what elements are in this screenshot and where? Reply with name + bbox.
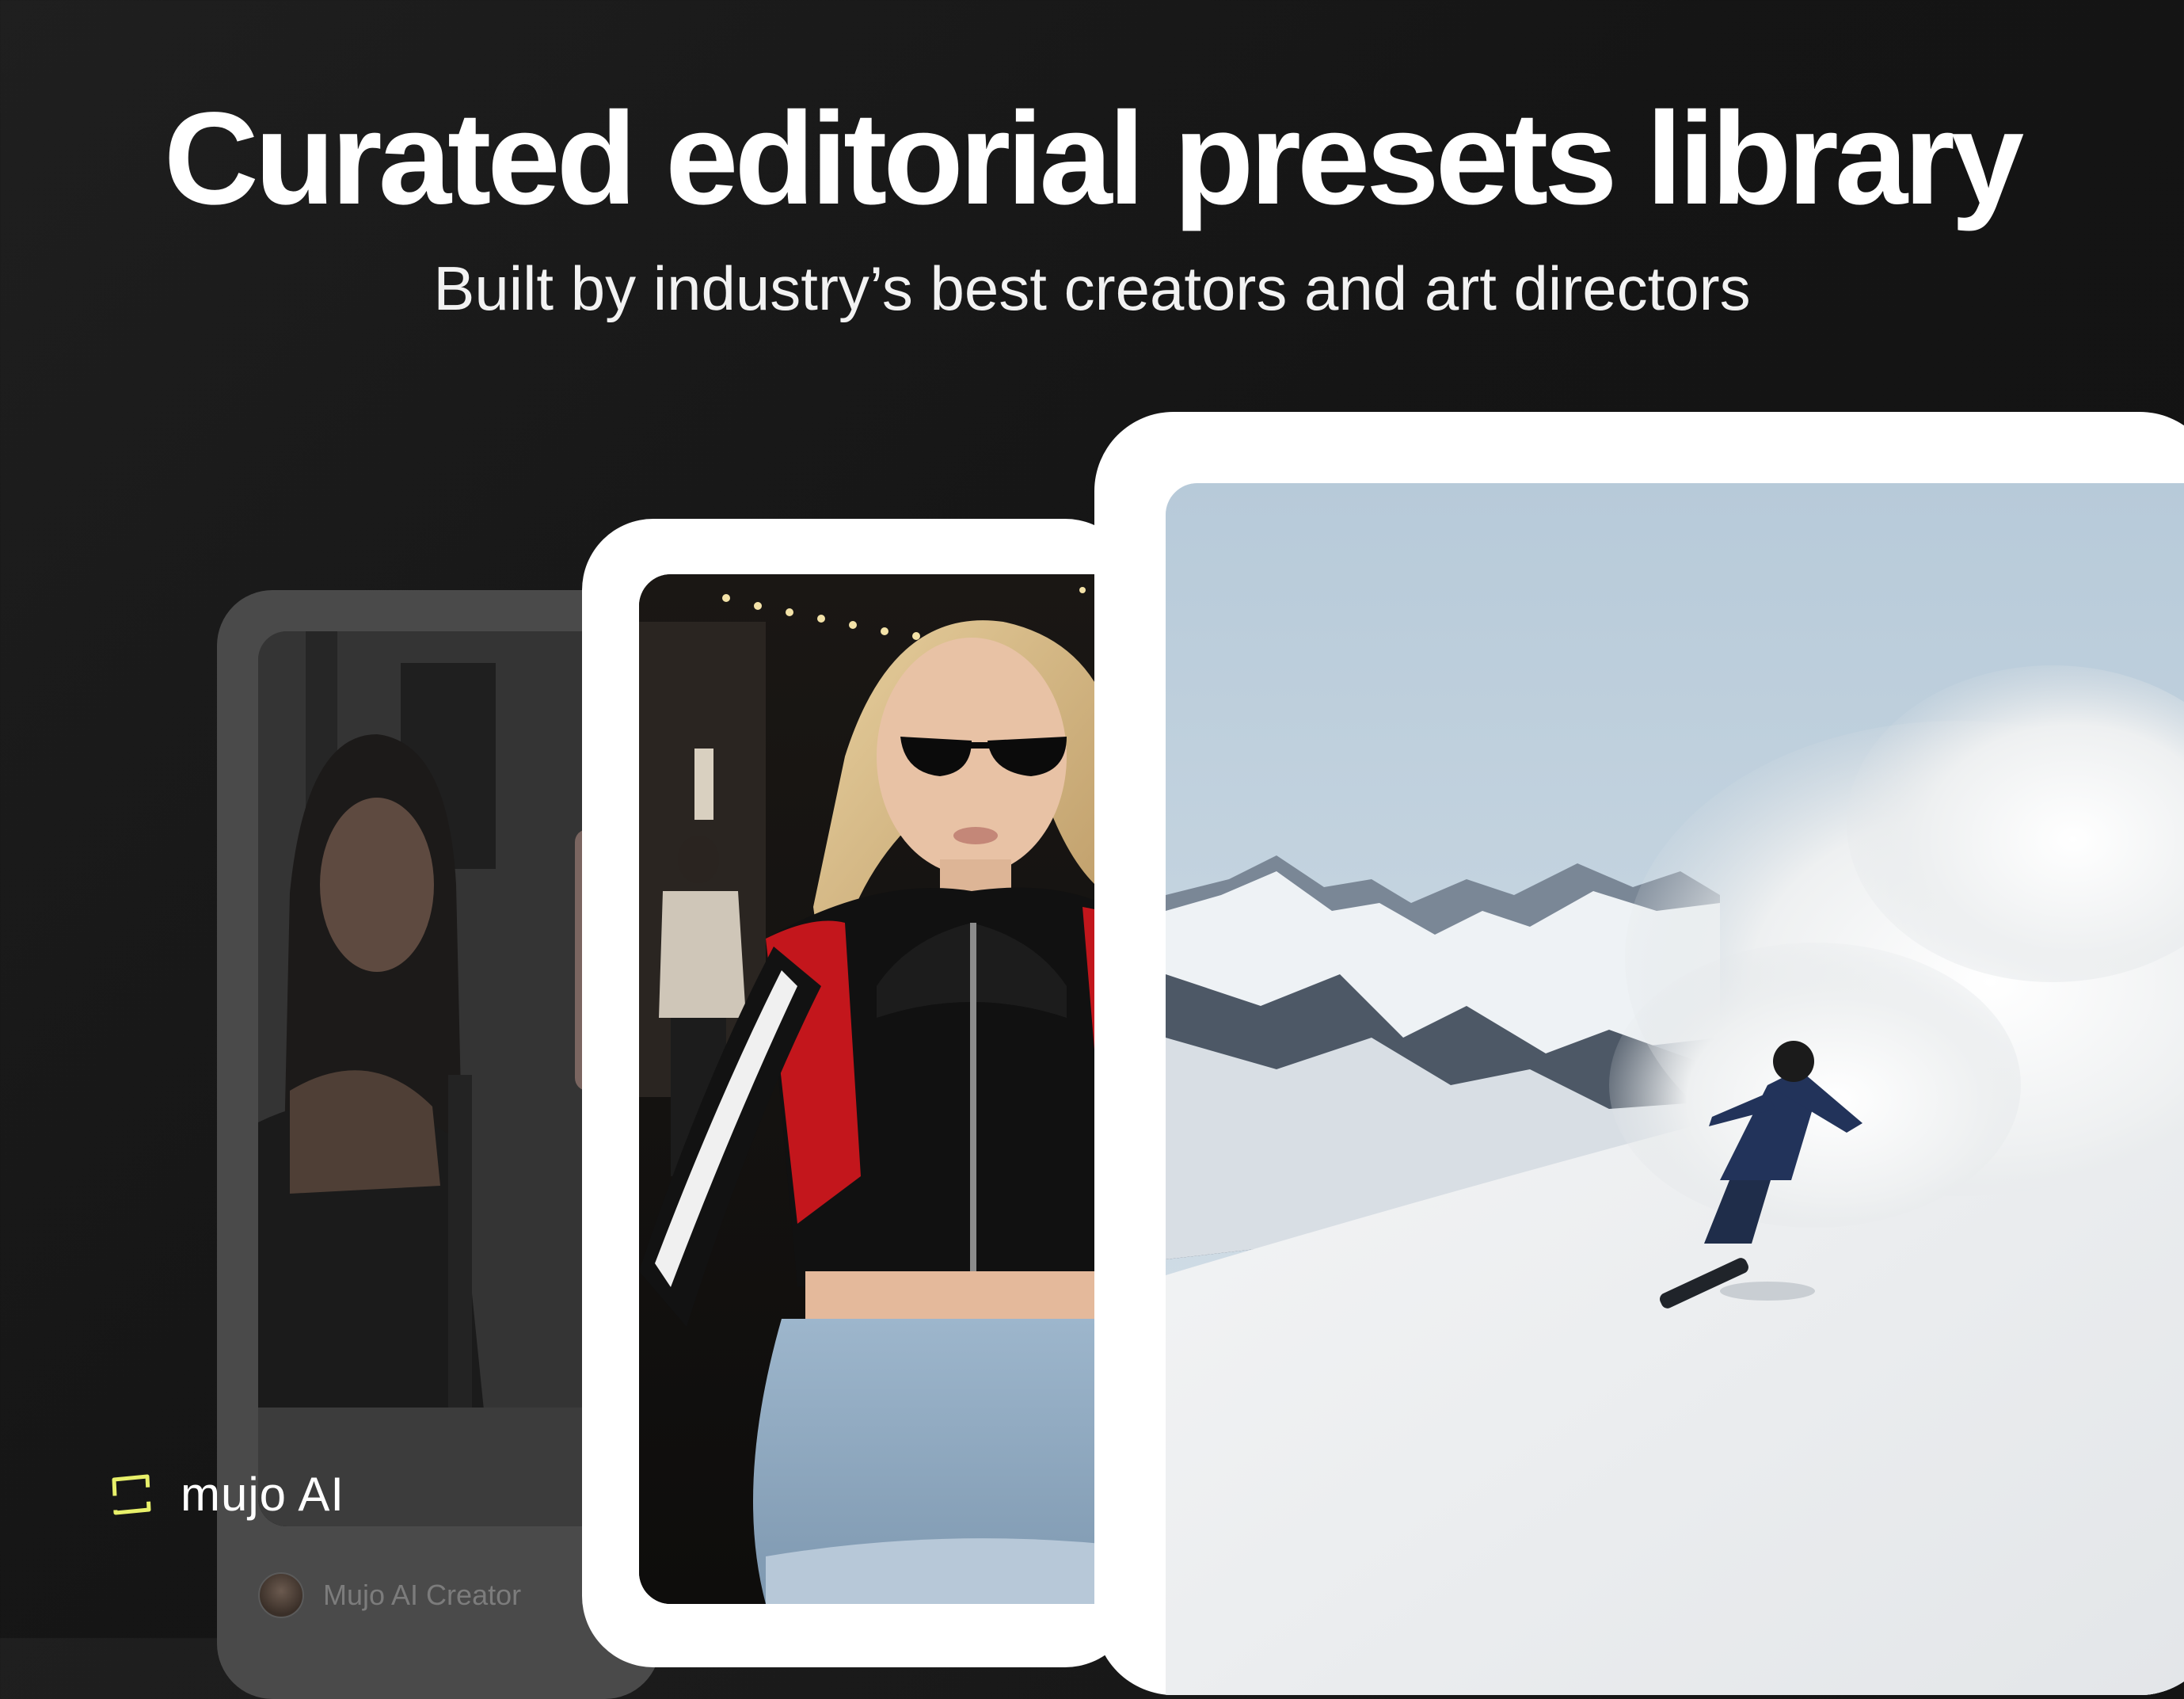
creator-avatar: [258, 1572, 304, 1618]
brand-logo[interactable]: mujo AI: [108, 1467, 344, 1522]
creator-info: Mujo AI Creator: [258, 1572, 521, 1618]
page-subtitle: Built by industry’s best creators and ar…: [433, 253, 1751, 323]
mujo-logo-mark-icon: [112, 1474, 151, 1514]
preset-card-street-fashion[interactable]: [582, 519, 1136, 1667]
woman-leather-jacket-street-photo: [639, 574, 1136, 1604]
page-title: Curated editorial presets library: [163, 86, 2024, 232]
creator-name: Mujo AI Creator: [323, 1579, 522, 1611]
snowboarder-powder-mountain-photo: [1166, 483, 2184, 1695]
preset-card-snowboard[interactable]: [1094, 412, 2184, 1695]
brand-name: mujo AI: [181, 1468, 345, 1521]
